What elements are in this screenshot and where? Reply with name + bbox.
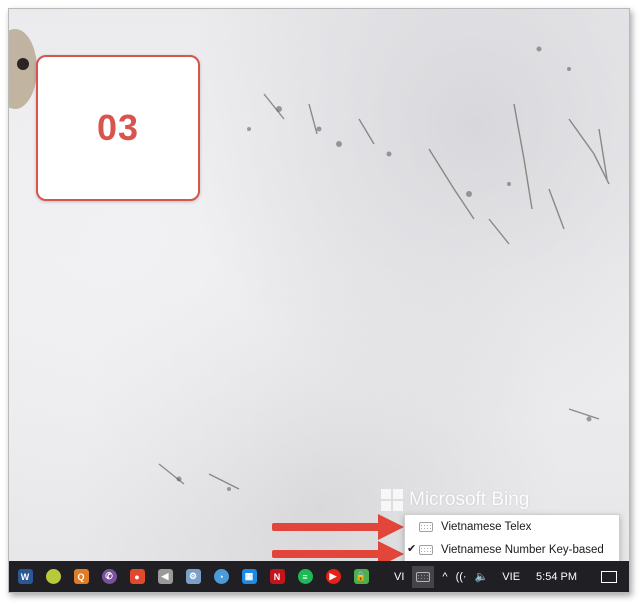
volume-icon[interactable]: 🔈 bbox=[475, 570, 489, 583]
taskbar-app-button[interactable]: ● bbox=[123, 561, 151, 592]
lock-app-icon: 🔒 bbox=[353, 569, 369, 584]
screenshot-frame: 03 Microsoft Bing Vietnamese Telex ✔ Vie… bbox=[8, 8, 630, 593]
keyboard-icon bbox=[416, 571, 431, 582]
wifi-icon[interactable]: ((· bbox=[456, 571, 467, 583]
audio-app-icon: ◀ bbox=[157, 569, 173, 584]
calendar-icon: ▦ bbox=[241, 569, 257, 584]
input-method-menu: Vietnamese Telex ✔ Vietnamese Number Key… bbox=[404, 514, 620, 562]
taskbar-app-button[interactable]: ✆ bbox=[95, 561, 123, 592]
netflix-icon: N bbox=[269, 569, 285, 584]
smiley-app-icon bbox=[45, 569, 61, 584]
windows-logo-icon bbox=[381, 489, 403, 511]
ime-option-label: Vietnamese Telex bbox=[441, 520, 532, 533]
taskbar-app-list: W Q ✆ ● ◀ ⚙ ◔ ▦ N ≡ ▶ 🔒 bbox=[11, 561, 375, 592]
chevron-up-icon[interactable]: ^ bbox=[442, 571, 447, 583]
taskbar-app-button[interactable]: ⚙ bbox=[179, 561, 207, 592]
arrow-to-number-key bbox=[272, 541, 404, 567]
taskbar-app-button[interactable]: ◔ bbox=[207, 561, 235, 592]
taskbar-app-button[interactable]: 🔒 bbox=[347, 561, 375, 592]
keyboard-icon bbox=[419, 521, 433, 532]
taskbar-app-button[interactable]: N bbox=[263, 561, 291, 592]
taskbar: W Q ✆ ● ◀ ⚙ ◔ ▦ N ≡ ▶ 🔒 VI ^ ((· 🔈 VIE 5:54 PM bbox=[9, 561, 629, 592]
orange-app-icon: Q bbox=[73, 569, 89, 584]
taskbar-app-button[interactable]: ◀ bbox=[151, 561, 179, 592]
keyboard-icon bbox=[419, 544, 433, 555]
checkmark-icon: ✔ bbox=[407, 543, 417, 555]
input-indicator-button[interactable] bbox=[412, 565, 435, 588]
maps-pin-icon: ● bbox=[129, 569, 145, 584]
language-indicator[interactable]: VIE bbox=[502, 571, 520, 583]
ime-option-number-key[interactable]: ✔ Vietnamese Number Key-based bbox=[405, 538, 619, 561]
bing-watermark: Microsoft Bing bbox=[381, 489, 529, 511]
spotify-icon: ≡ bbox=[297, 569, 313, 584]
ime-option-telex[interactable]: Vietnamese Telex bbox=[405, 515, 619, 538]
step-number: 03 bbox=[96, 107, 140, 148]
ime-option-label: Vietnamese Number Key-based bbox=[441, 543, 604, 556]
taskbar-app-button[interactable]: Q bbox=[67, 561, 95, 592]
language-short[interactable]: VI bbox=[394, 571, 404, 583]
taskbar-app-button[interactable] bbox=[39, 561, 67, 592]
taskbar-app-button[interactable]: ▦ bbox=[235, 561, 263, 592]
step-number-card: 03 bbox=[36, 55, 200, 201]
taskbar-app-button[interactable]: W bbox=[11, 561, 39, 592]
notification-icon[interactable] bbox=[601, 570, 617, 583]
word-icon: W bbox=[17, 569, 33, 584]
taskbar-app-button[interactable]: ▶ bbox=[319, 561, 347, 592]
system-tray: VI ^ ((· 🔈 VIE 5:54 PM bbox=[386, 561, 629, 592]
speedometer-icon: ◔ bbox=[213, 569, 229, 584]
viber-icon: ✆ bbox=[101, 569, 117, 584]
clock[interactable]: 5:54 PM bbox=[536, 571, 577, 583]
youtube-icon: ▶ bbox=[325, 569, 341, 584]
bing-watermark-text: Microsoft Bing bbox=[409, 489, 530, 510]
settings-app-icon: ⚙ bbox=[185, 569, 201, 584]
arrow-to-telex bbox=[272, 514, 404, 540]
taskbar-app-button[interactable]: ≡ bbox=[291, 561, 319, 592]
